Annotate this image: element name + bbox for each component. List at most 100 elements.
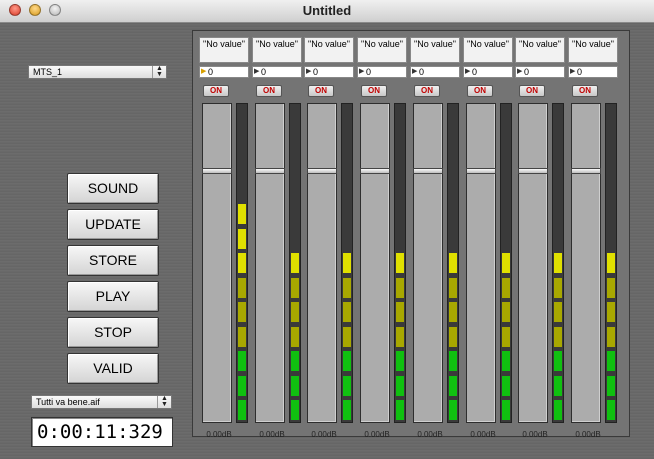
triangle-right-icon: ▶ <box>570 68 576 75</box>
channel-name-field[interactable]: "No value" <box>410 37 460 63</box>
valid-button[interactable]: VALID <box>67 353 159 384</box>
channel-name-field[interactable]: "No value" <box>463 37 513 63</box>
channel-on-button[interactable]: ON <box>308 85 334 97</box>
triangle-right-icon: ▶ <box>517 68 523 75</box>
meter-segment <box>291 326 299 347</box>
meter-segment <box>343 253 351 273</box>
meter-segment <box>449 277 457 298</box>
channel-on-button[interactable]: ON <box>467 85 493 97</box>
channel-db-readout: 0.00dB <box>417 430 443 439</box>
channel-fader-handle[interactable] <box>307 168 337 174</box>
channel-on-button[interactable]: ON <box>256 85 282 97</box>
store-button[interactable]: STORE <box>67 245 159 276</box>
meter-segment <box>607 375 615 396</box>
channel-fader-track[interactable] <box>360 103 390 423</box>
channel-level-meter <box>236 103 248 423</box>
channel-fader-track[interactable] <box>571 103 601 423</box>
channel-name-field[interactable]: "No value" <box>357 37 407 63</box>
play-button[interactable]: PLAY <box>67 281 159 312</box>
meter-segment <box>449 375 457 396</box>
channel-fader-track[interactable] <box>518 103 548 423</box>
meter-segment <box>449 253 457 273</box>
channel-value-field[interactable]: ▶ 0 <box>199 66 249 78</box>
channel-level-meter <box>447 103 459 423</box>
window-title: Untitled <box>302 3 352 18</box>
channel-value-field[interactable]: ▶ 0 <box>515 66 565 78</box>
channel-level-meter <box>341 103 353 423</box>
meter-segment <box>449 326 457 347</box>
meter-segment <box>291 351 299 371</box>
channel-db-readout: 0.00dB <box>206 430 232 439</box>
meter-segment <box>396 351 404 371</box>
channel-fader-handle[interactable] <box>360 168 390 174</box>
channel-level-meter <box>605 103 617 423</box>
meter-segment <box>607 400 615 420</box>
device-select[interactable]: MTS_1 ▲ ▼ <box>28 65 167 79</box>
meter-segment <box>449 302 457 322</box>
channel-fader-track[interactable] <box>466 103 496 423</box>
meter-segment <box>554 375 562 396</box>
channel-value-text: 0 <box>313 67 319 77</box>
channel-fader-track[interactable] <box>202 103 232 423</box>
meter-segment <box>607 351 615 371</box>
channel-value-field[interactable]: ▶ 0 <box>410 66 460 78</box>
meter-segment <box>554 400 562 420</box>
meter-segment <box>343 302 351 322</box>
channel-db-readout: 0.00dB <box>259 430 285 439</box>
channel-fader-handle[interactable] <box>571 168 601 174</box>
channel-value-text: 0 <box>208 67 214 77</box>
channel-fader-handle[interactable] <box>202 168 232 174</box>
channel-level-meter <box>500 103 512 423</box>
file-select[interactable]: Tutti va bene.aif ▲ ▼ <box>31 395 172 409</box>
channel-name-field[interactable]: "No value" <box>568 37 618 63</box>
meter-segment <box>396 400 404 420</box>
channel-db-readout: 0.00dB <box>311 430 337 439</box>
stop-button[interactable]: STOP <box>67 317 159 348</box>
channel-value-text: 0 <box>524 67 530 77</box>
meter-segment <box>502 277 510 298</box>
meter-segment <box>291 400 299 420</box>
triangle-right-icon: ▶ <box>359 68 365 75</box>
channel-value-field[interactable]: ▶ 0 <box>304 66 354 78</box>
channel-on-button[interactable]: ON <box>414 85 440 97</box>
meter-segment <box>291 253 299 273</box>
update-button[interactable]: UPDATE <box>67 209 159 240</box>
meter-segment <box>502 375 510 396</box>
channel-fader-track[interactable] <box>413 103 443 423</box>
meter-segment <box>554 351 562 371</box>
up-down-arrows-icon: ▲ ▼ <box>152 65 166 78</box>
channel-on-button[interactable]: ON <box>203 85 229 97</box>
channel-fader-handle[interactable] <box>466 168 496 174</box>
channel-name-field[interactable]: "No value" <box>199 37 249 63</box>
channel-fader-handle[interactable] <box>518 168 548 174</box>
triangle-right-icon: ▶ <box>412 68 418 75</box>
meter-segment <box>396 375 404 396</box>
channel-fader-track[interactable] <box>255 103 285 423</box>
channel-value-field[interactable]: ▶ 0 <box>252 66 302 78</box>
channel-on-button[interactable]: ON <box>361 85 387 97</box>
channel-fader-handle[interactable] <box>413 168 443 174</box>
channel-name-field[interactable]: "No value" <box>304 37 354 63</box>
meter-segment <box>343 277 351 298</box>
meter-segment <box>291 375 299 396</box>
channel-fader-track[interactable] <box>307 103 337 423</box>
channel-value-field[interactable]: ▶ 0 <box>463 66 513 78</box>
meter-segment <box>238 277 246 298</box>
channel-value-field[interactable]: ▶ 0 <box>357 66 407 78</box>
mixer-panel: "No value" ▶ 0 ON 0.00dB "No value" ▶ 0 ON 0.00dB… <box>192 30 630 439</box>
channel-name-field[interactable]: "No value" <box>515 37 565 63</box>
channel-value-field[interactable]: ▶ 0 <box>568 66 618 78</box>
up-down-arrows-icon: ▲ ▼ <box>157 395 171 408</box>
app-window: Untitled MTS_1 ▲ ▼ SOUND UPDATE STORE PLA… <box>0 0 654 459</box>
meter-segment <box>343 326 351 347</box>
meter-segment <box>502 302 510 322</box>
meter-segment <box>343 400 351 420</box>
channel-name-field[interactable]: "No value" <box>252 37 302 63</box>
sound-button[interactable]: SOUND <box>67 173 159 204</box>
channel-on-button[interactable]: ON <box>519 85 545 97</box>
triangle-right-icon: ▶ <box>201 68 207 75</box>
title-bar[interactable]: Untitled <box>0 0 654 23</box>
channel-fader-handle[interactable] <box>255 168 285 174</box>
channel-on-button[interactable]: ON <box>572 85 598 97</box>
channel-value-text: 0 <box>419 67 425 77</box>
